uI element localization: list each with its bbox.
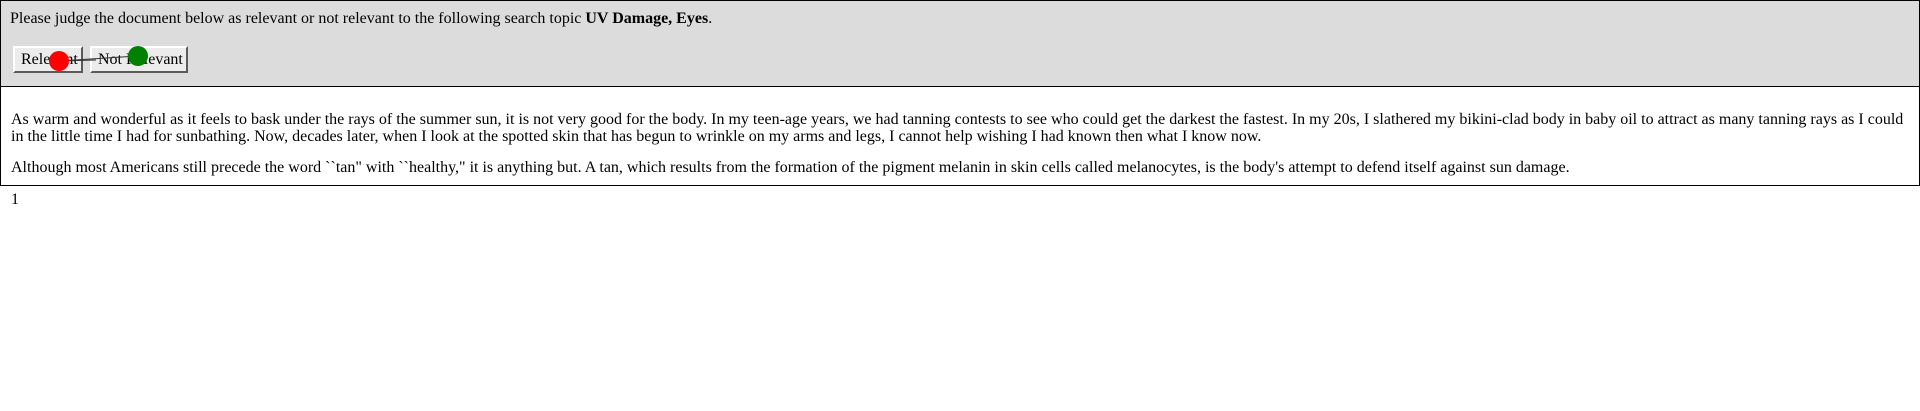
search-topic: UV Damage, Eyes — [585, 10, 709, 27]
document-paragraph-2: Although most Americans still precede th… — [11, 159, 1570, 176]
prompt-period: . — [708, 10, 713, 27]
document-page-number: 1 — [11, 191, 19, 208]
relevant-button[interactable]: Relevant — [13, 46, 83, 73]
document-paragraph-1: As warm and wonderful as it feels to bas… — [11, 111, 1904, 145]
not-relevant-button[interactable]: Not Relevant — [90, 46, 188, 73]
document-panel: As warm and wonderful as it feels to bas… — [0, 86, 1920, 208]
judgment-header: Please judge the document below as relev… — [0, 0, 1920, 87]
judgment-prompt: Please judge the document below as relev… — [10, 9, 712, 28]
prompt-text: Please judge the document below as relev… — [10, 10, 586, 27]
